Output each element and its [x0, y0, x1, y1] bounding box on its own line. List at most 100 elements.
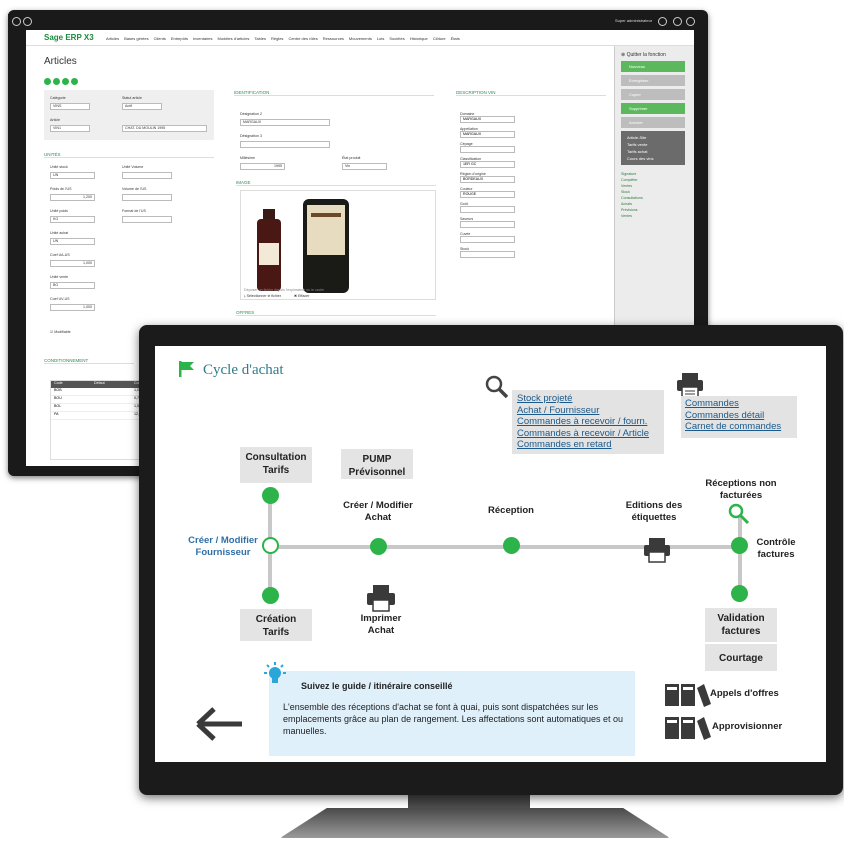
print-labels-icon[interactable] [643, 537, 671, 563]
nav-item[interactable]: Articles [106, 36, 119, 41]
nav-item[interactable]: Modèles d'articles [218, 36, 250, 41]
report-link[interactable]: Commandes en retard [517, 439, 659, 451]
desig3-field[interactable] [240, 141, 330, 148]
nav-item[interactable]: Bases gérées [124, 36, 148, 41]
first-icon[interactable] [44, 78, 51, 85]
desc-field[interactable]: MARGAUX [460, 131, 515, 138]
nav-item[interactable]: Mouvements [349, 36, 372, 41]
report-link[interactable]: Commandes à recevoir / fourn. [517, 416, 659, 428]
panel-link[interactable]: Ventes [621, 213, 694, 219]
report-link[interactable]: Achat / Fournisseur [517, 405, 659, 417]
orders-link[interactable]: Commandes [685, 398, 793, 410]
volume-us-field[interactable] [122, 194, 172, 201]
nav-item[interactable]: États [451, 36, 460, 41]
desc-field[interactable] [460, 146, 515, 153]
action-button[interactable]: Supprimer [621, 103, 685, 114]
desc-field[interactable]: BORDEAUX [460, 176, 515, 183]
receptions-non-facturees-label[interactable]: Réceptions non facturées [696, 478, 786, 502]
prev-icon[interactable] [53, 78, 60, 85]
controle-factures-label[interactable]: Contrôle factures [752, 537, 800, 561]
format-field[interactable] [122, 216, 172, 223]
imprimer-achat-label[interactable]: Imprimer Achat [350, 613, 412, 637]
node-consultation[interactable] [262, 487, 279, 504]
orders-link[interactable]: Carnet de commandes [685, 421, 793, 433]
pump-previsionnel-button[interactable]: PUMP Prévisonnel [341, 449, 413, 479]
nav-item[interactable]: Lots [377, 36, 385, 41]
desc-field[interactable] [460, 251, 515, 258]
action-button[interactable]: Nouveau [621, 61, 685, 72]
article-field[interactable]: VIN1 [50, 125, 90, 132]
approvisionner-label[interactable]: Approvisionner [712, 721, 782, 732]
last-icon[interactable] [71, 78, 78, 85]
nav-item[interactable]: Inventaires [193, 36, 213, 41]
volume-field[interactable] [122, 172, 172, 179]
editions-label[interactable]: Editions des étiquettes [614, 500, 694, 524]
settings-icon[interactable] [673, 17, 682, 26]
search-invoices-icon[interactable] [728, 503, 750, 525]
creer-fournisseur-label[interactable]: Créer / Modifier Fournisseur [180, 535, 266, 559]
node-validation[interactable] [731, 585, 748, 602]
status-field[interactable]: Actif [122, 103, 162, 110]
power-icon[interactable] [686, 17, 695, 26]
refresh-icon[interactable] [23, 17, 32, 26]
panel-menu-item[interactable]: Cours des vins [627, 155, 679, 162]
coef2-field[interactable]: 1,000 [50, 304, 95, 311]
node-reception[interactable] [503, 537, 520, 554]
nav-item[interactable]: Centre des rôles [288, 36, 317, 41]
nav-item[interactable]: Tables [254, 36, 266, 41]
weight-field[interactable]: 1,200 [50, 194, 95, 201]
node-controle[interactable] [731, 537, 748, 554]
coef-field[interactable]: 1,000 [50, 260, 95, 267]
appels-offres-icon[interactable] [664, 682, 712, 708]
stock-unit-field[interactable]: UN [50, 172, 95, 179]
user-icon[interactable] [658, 17, 667, 26]
desc-field[interactable]: MARGAUX [460, 116, 515, 123]
nav-item[interactable]: Clôture [433, 36, 446, 41]
image-delete-link[interactable]: ✖ Effacer [294, 294, 309, 298]
nav-item[interactable]: Historique [410, 36, 428, 41]
nav-item[interactable]: Ressources [323, 36, 344, 41]
category-field[interactable]: VINS [50, 103, 90, 110]
validation-factures-button[interactable]: Validation factures [705, 608, 777, 642]
nav-item[interactable]: Sociétés [389, 36, 404, 41]
print-order-icon[interactable] [366, 584, 396, 612]
report-link[interactable]: Stock projeté [517, 393, 659, 405]
courtage-button[interactable]: Courtage [705, 644, 777, 671]
image-panel[interactable] [240, 190, 436, 300]
back-arrow-icon[interactable] [196, 706, 244, 742]
managed-checkbox[interactable]: ☑ Modifiable [50, 330, 71, 334]
approvisionner-icon[interactable] [664, 715, 712, 741]
image-select-link[interactable]: ⤓ Sélectionner le fichier [244, 294, 281, 298]
appels-offres-label[interactable]: Appels d'offres [710, 688, 779, 699]
product-state-field[interactable]: Vin [342, 163, 387, 170]
creer-achat-label[interactable]: Créer / Modifier Achat [330, 500, 426, 524]
user-name[interactable]: Super administrateur [615, 18, 652, 23]
action-button[interactable]: Annuler [621, 117, 685, 128]
weight-unit-field[interactable]: KG [50, 216, 95, 223]
desc-field[interactable] [460, 221, 515, 228]
panel-menu-item[interactable]: Tarifs vente [627, 141, 679, 148]
desc-field[interactable] [460, 206, 515, 213]
action-button[interactable]: Enregistrer [621, 75, 685, 86]
orders-link[interactable]: Commandes détail [685, 410, 793, 422]
creation-tarifs-button[interactable]: Création Tarifs [240, 609, 312, 641]
nav-item[interactable]: Clients [154, 36, 166, 41]
reception-label[interactable]: Réception [478, 505, 544, 517]
article-desc-field[interactable]: CHAT. DU MOULIN 1995 [122, 125, 207, 132]
panel-menu-item[interactable]: Article-Site [627, 134, 679, 141]
nav-item[interactable]: Entrepôts [171, 36, 188, 41]
panel-menu-item[interactable]: Tarifs achat [627, 148, 679, 155]
node-creation[interactable] [262, 587, 279, 604]
desc-field[interactable]: 1ER GC [460, 161, 515, 168]
nav-item[interactable]: Règles [271, 36, 283, 41]
report-link[interactable]: Commandes à recevoir / Article [517, 428, 659, 440]
vintage-field[interactable]: 1995 [240, 163, 285, 170]
action-button[interactable]: Copier [621, 89, 685, 100]
sale-unit-field[interactable]: BO [50, 282, 95, 289]
close-function[interactable]: ⊗ Quitter la fonction [621, 52, 694, 58]
consultation-tarifs-button[interactable]: Consultation Tarifs [240, 447, 312, 483]
desc-field[interactable]: ROUGE [460, 191, 515, 198]
desig2-field[interactable]: MARGAUX [240, 119, 330, 126]
buy-unit-field[interactable]: UN [50, 238, 95, 245]
node-creer-achat[interactable] [370, 538, 387, 555]
